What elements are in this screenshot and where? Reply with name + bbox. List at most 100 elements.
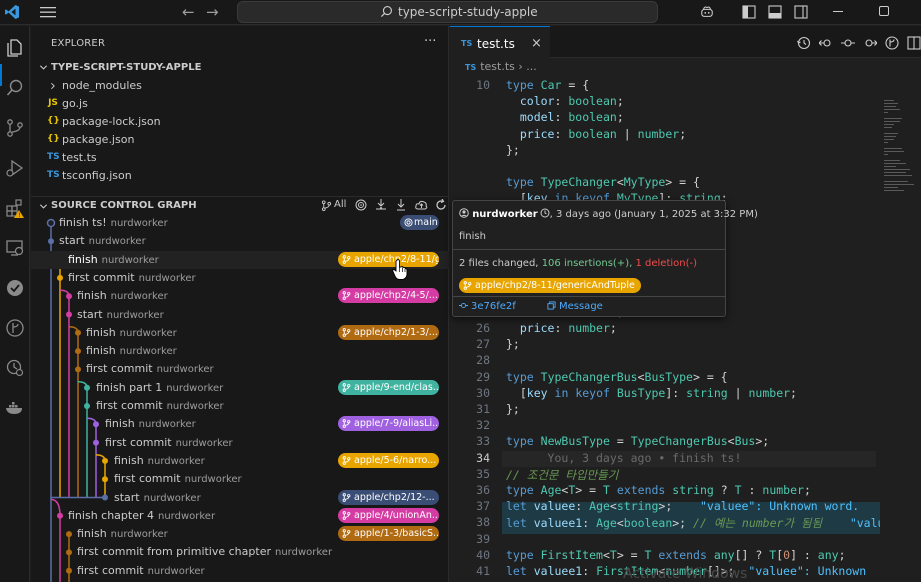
minimap[interactable] bbox=[880, 78, 921, 582]
code-line[interactable]: 35 // 조건문 타입만들기 bbox=[450, 467, 880, 483]
remote-explorer-icon[interactable] bbox=[5, 238, 25, 258]
branch-badge[interactable]: apple/5-6/narro... bbox=[338, 452, 439, 468]
commit-row[interactable]: first commit nurdworker bbox=[31, 470, 449, 488]
file-package-lock-json[interactable]: {} package-lock.json bbox=[31, 113, 449, 131]
code-line[interactable]: 34 You, 3 days ago • finish ts! bbox=[450, 451, 880, 467]
code-line[interactable]: }; bbox=[450, 143, 880, 159]
more-actions-icon[interactable]: ··· bbox=[424, 34, 436, 49]
toggle-primary-sidebar-icon[interactable] bbox=[742, 5, 756, 19]
commit-row[interactable]: start nurdworker bbox=[31, 306, 449, 324]
back-arrow-icon[interactable]: ← bbox=[182, 3, 195, 21]
toggle-panel-icon[interactable] bbox=[768, 5, 782, 19]
commit-row[interactable]: finish nurdworker bbox=[31, 342, 449, 360]
code-line[interactable]: 10 type Car = { bbox=[450, 78, 880, 94]
commit-row[interactable]: first commit nurdworker bbox=[31, 434, 449, 452]
commit-row[interactable]: finishnurdworker apple/chp2/8-11/genericA… bbox=[31, 250, 449, 269]
code-line[interactable]: type TypeChanger<MyType> = { bbox=[450, 175, 880, 191]
code-line[interactable]: 32 bbox=[450, 418, 880, 434]
code-line[interactable]: 27}; bbox=[450, 337, 880, 353]
timeline-icon[interactable] bbox=[5, 358, 25, 378]
testing-icon[interactable] bbox=[5, 278, 25, 298]
code-line[interactable]: model: boolean; bbox=[450, 110, 880, 126]
close-tab-icon[interactable]: × bbox=[531, 36, 542, 51]
commit-row[interactable]: first commit from primitive chapter nurdw… bbox=[31, 543, 449, 561]
folder-node-modules[interactable]: node_modules bbox=[31, 77, 449, 95]
branch-badge[interactable]: apple/4/unionAn... bbox=[338, 507, 439, 523]
code-line[interactable]: price: boolean | number; bbox=[450, 127, 880, 143]
copy-message-link[interactable]: Message bbox=[547, 301, 617, 312]
forward-arrow-icon[interactable]: → bbox=[206, 3, 219, 21]
commit-row[interactable]: first commit nurdworker bbox=[31, 269, 449, 287]
breadcrumb[interactable]: TS test.ts › ... bbox=[465, 60, 537, 73]
minimize-button[interactable] bbox=[833, 11, 843, 12]
code-line[interactable]: 36 type Age<T> = T extends string ? T : n… bbox=[450, 483, 880, 499]
git-graph-icon[interactable] bbox=[5, 318, 25, 338]
next-change-icon[interactable] bbox=[863, 36, 877, 50]
commit-row[interactable]: finish nurdworker apple/1-3/basicS... bbox=[31, 525, 449, 543]
code-line[interactable]: 38 let valuee1: Age<boolean>; // 예는 numbe… bbox=[450, 515, 880, 531]
popup-branch-badge[interactable]: apple/chp2/8-11/genericAndTuple bbox=[459, 278, 641, 293]
code-line[interactable]: color: boolean; bbox=[450, 94, 880, 110]
file-tsconfig-json[interactable]: TS tsconfig.json bbox=[31, 167, 449, 185]
branch-badge[interactable]: apple/9-end/clas... bbox=[338, 379, 439, 395]
commit-row[interactable]: first commit nurdworker bbox=[31, 562, 449, 580]
code-editor[interactable]: 10 type Car = { color: boolean; model: bo… bbox=[450, 78, 880, 582]
code-line[interactable]: 26 price: number; bbox=[450, 321, 880, 337]
file-test-ts[interactable]: TS test.ts bbox=[31, 149, 449, 167]
code-line[interactable]: 28 bbox=[450, 353, 880, 369]
refresh-icon[interactable] bbox=[435, 199, 447, 211]
commit-row[interactable]: first commit nurdworker bbox=[31, 397, 449, 415]
previous-change-icon[interactable] bbox=[819, 36, 833, 50]
commit-row[interactable]: finish nurdworker apple/chp2/1-3/... bbox=[31, 324, 449, 342]
run-debug-icon[interactable] bbox=[5, 158, 25, 178]
command-center-search[interactable]: type-script-study-apple bbox=[237, 1, 658, 23]
branch-badge[interactable]: main bbox=[400, 215, 439, 230]
maximize-button[interactable] bbox=[879, 6, 889, 16]
commit-row[interactable]: start nurdworker apple/chp2/12-... bbox=[31, 489, 449, 507]
file-go-js[interactable]: JS go.js bbox=[31, 95, 449, 113]
timeline-history-icon[interactable] bbox=[797, 36, 811, 50]
code-line[interactable]: 30 [key in keyof BusType]: string | numb… bbox=[450, 386, 880, 402]
source-control-graph-header[interactable]: SOURCE CONTROL GRAPH All bbox=[31, 196, 449, 214]
commit-row[interactable]: first commit nurdworker bbox=[31, 360, 449, 378]
docker-icon[interactable] bbox=[5, 398, 25, 418]
file-package-json[interactable]: {} package.json bbox=[31, 131, 449, 149]
code-line[interactable]: 39 bbox=[450, 532, 880, 548]
commit-node-icon[interactable] bbox=[841, 36, 855, 50]
target-icon[interactable] bbox=[355, 199, 367, 211]
commit-row[interactable]: start nurdworker bbox=[31, 232, 449, 250]
branch-badge[interactable]: apple/chp2/1-3/... bbox=[338, 324, 439, 340]
git-lens-icon[interactable] bbox=[885, 36, 899, 50]
code-line[interactable]: 31}; bbox=[450, 402, 880, 418]
code-line[interactable]: 33 type NewBusType = TypeChangerBus<Bus>; bbox=[450, 434, 880, 450]
commit-row[interactable]: finish part 1 nurdworker apple/9-end/clas.… bbox=[31, 379, 449, 397]
code-line[interactable] bbox=[450, 159, 880, 175]
branch-badge[interactable]: apple/chp2/12-... bbox=[338, 489, 439, 505]
branch-badge[interactable]: apple/1-3/basicS... bbox=[338, 526, 439, 542]
commit-row[interactable]: finish nurdworker apple/5-6/narro... bbox=[31, 452, 449, 470]
breadcrumb-rest[interactable]: › ... bbox=[518, 60, 536, 73]
commit-row[interactable]: finish chapter 4 nurdworker apple/4/unionA… bbox=[31, 507, 449, 525]
branch-filter-icon[interactable] bbox=[321, 200, 332, 211]
pull-icon[interactable] bbox=[395, 199, 407, 211]
branch-filter-label[interactable]: All bbox=[334, 199, 346, 210]
toggle-secondary-sidebar-icon[interactable] bbox=[794, 5, 808, 19]
source-control-icon[interactable] bbox=[5, 118, 25, 138]
project-folder-header[interactable]: TYPE-SCRIPT-STUDY-APPLE bbox=[31, 59, 449, 77]
breadcrumb-file[interactable]: test.ts bbox=[480, 60, 515, 73]
branch-badge[interactable]: apple/chp2/8-11/genericAndTuple bbox=[338, 251, 439, 267]
search-view-icon[interactable] bbox=[5, 78, 25, 98]
fetch-icon[interactable] bbox=[375, 199, 387, 211]
copy-sha-link[interactable]: 3e76fe2f bbox=[459, 301, 530, 312]
code-line[interactable]: 40 type FirstItem<T> = T extends any[] ? … bbox=[450, 548, 880, 564]
branch-badge[interactable]: apple/chp2/4-5/... bbox=[338, 288, 439, 304]
tab-test-ts[interactable]: TS test.ts × bbox=[450, 26, 550, 59]
code-line[interactable]: 37 let valuee: Age<string>; "valuee": Unk… bbox=[450, 499, 880, 515]
push-cloud-icon[interactable] bbox=[415, 199, 428, 211]
commit-row[interactable]: finish ts! nurdworker main bbox=[31, 214, 449, 232]
explorer-files-icon[interactable] bbox=[5, 38, 25, 58]
extensions-icon[interactable]: ! bbox=[5, 198, 25, 218]
commit-row[interactable]: finish nurdworker apple/chp2/4-5/... bbox=[31, 287, 449, 305]
commit-row[interactable]: finish nurdworker apple/7-9/aliasLi... bbox=[31, 415, 449, 433]
menu-icon[interactable] bbox=[40, 6, 56, 18]
